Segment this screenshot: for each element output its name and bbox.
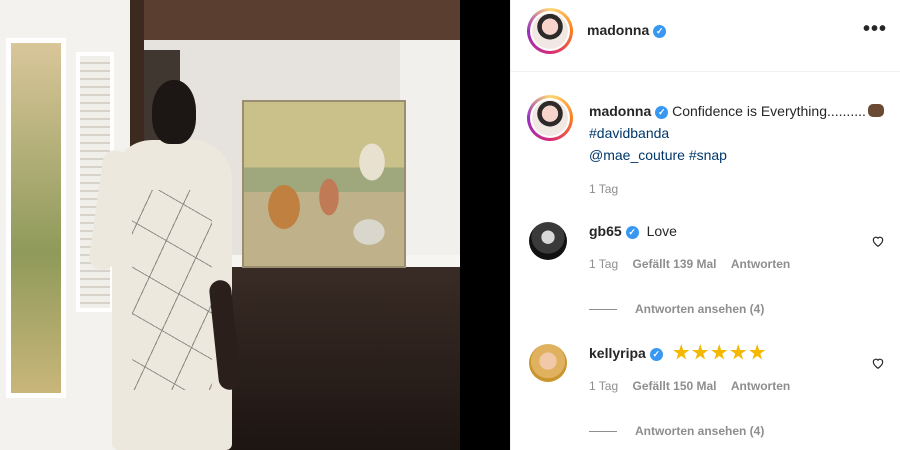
reply-button[interactable]: Antworten <box>731 257 790 271</box>
reply-button[interactable]: Antworten <box>731 379 790 393</box>
verified-badge-icon: ✓ <box>625 226 639 239</box>
person <box>87 80 242 450</box>
caption-avatar[interactable] <box>527 95 573 141</box>
comment-time[interactable]: 1 Tag <box>589 257 618 271</box>
comment-time[interactable]: 1 Tag <box>589 379 618 393</box>
verified-badge-icon: ✓ <box>653 25 667 38</box>
verified-badge-icon: ✓ <box>649 348 663 361</box>
view-replies-button[interactable]: Antworten ansehen (4) <box>589 302 764 316</box>
author-username[interactable]: madonna <box>587 22 649 38</box>
post-video-frame <box>0 0 460 450</box>
star-emoji-icon <box>749 344 766 360</box>
window <box>6 38 66 398</box>
comment-likes[interactable]: Gefällt 150 Mal <box>632 379 716 393</box>
commenter-username[interactable]: gb65 <box>589 223 622 239</box>
more-horizontal-icon[interactable]: ••• <box>863 18 887 41</box>
comment-likes[interactable]: Gefällt 139 Mal <box>632 257 716 271</box>
comment-body: kellyripa ✓ <box>589 344 766 362</box>
comment-text: Love <box>646 223 677 239</box>
view-replies-label: Antworten ansehen (4) <box>635 424 765 438</box>
verified-badge-icon: ✓ <box>655 106 669 119</box>
commenter-avatar[interactable] <box>529 222 567 260</box>
star-emoji-icon <box>673 344 690 360</box>
painting <box>242 100 406 268</box>
post-header: madonna ✓ ••• <box>511 0 900 72</box>
caption-username[interactable]: madonna <box>589 103 651 119</box>
post-media[interactable] <box>0 0 510 450</box>
comment-stars <box>671 344 766 361</box>
comment-meta: 1 Tag Gefällt 139 Mal Antworten <box>589 257 801 271</box>
heart-icon[interactable] <box>871 356 885 370</box>
divider-line <box>589 309 617 311</box>
comment-meta: 1 Tag Gefällt 150 Mal Antworten <box>589 379 801 393</box>
view-replies-label: Antworten ansehen (4) <box>635 302 765 316</box>
comment-item: gb65 ✓ Love 1 Tag Gefällt 139 Mal Antwort… <box>529 222 889 322</box>
star-emoji-icon <box>730 344 747 360</box>
star-emoji-icon <box>692 344 709 360</box>
hashtag-link[interactable]: #snap <box>689 147 727 163</box>
comment-item: kellyripa ✓ 1 Tag Gefällt 150 Mal Antwort… <box>529 344 889 444</box>
post-caption: madonna ✓ Confidence is Everything.......… <box>589 100 889 166</box>
commenter-avatar[interactable] <box>529 344 567 382</box>
hashtag-link[interactable]: #davidbanda <box>589 125 669 141</box>
view-replies-button[interactable]: Antworten ansehen (4) <box>589 424 764 438</box>
star-emoji-icon <box>711 344 728 360</box>
mention-link[interactable]: @mae_couture <box>589 147 685 163</box>
caption-timestamp[interactable]: 1 Tag <box>589 182 618 196</box>
caption-text: Confidence is Everything.......... <box>672 103 866 119</box>
comment-body: gb65 ✓ Love <box>589 222 677 240</box>
fist-bump-emoji-icon <box>867 104 884 117</box>
divider-line <box>589 431 617 433</box>
author-avatar[interactable] <box>527 8 573 54</box>
post-sidebar: madonna ✓ ••• madonna ✓ Confidence is Ever… <box>510 0 900 450</box>
heart-icon[interactable] <box>871 234 885 248</box>
commenter-username[interactable]: kellyripa <box>589 345 646 361</box>
